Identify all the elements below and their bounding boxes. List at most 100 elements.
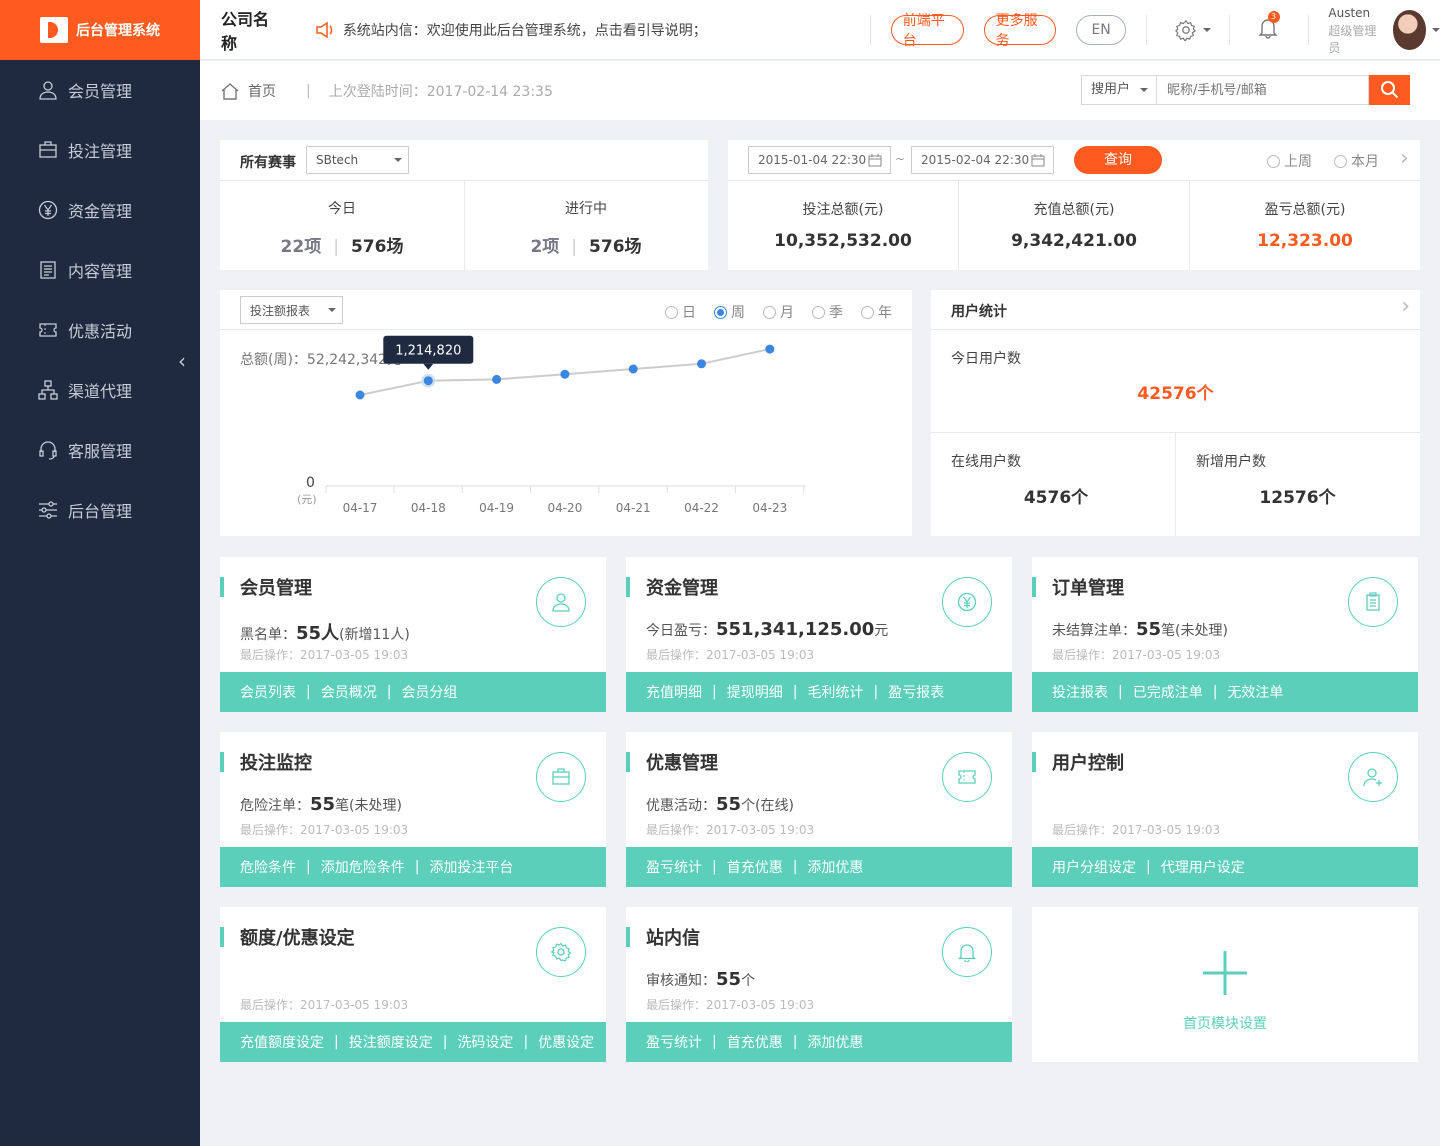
org-chart-icon [38,380,58,400]
ongoing-stat: 进行中 2项 | 576场 [464,198,708,257]
event-source-select[interactable]: SBtech [306,146,409,174]
search-type-select[interactable]: 搜用户 [1081,75,1157,105]
module-link[interactable]: 盈亏统计 [646,1032,702,1052]
module-link[interactable]: 投注报表 [1052,682,1108,702]
recharge-total-stat: 充值总额(元) 9,342,421.00 [959,199,1189,251]
search-input[interactable] [1157,75,1369,105]
ongoing-matches: 576场 [589,237,642,257]
more-services-button[interactable]: 更多服务 [983,13,1057,49]
module-icon-circle[interactable] [536,752,586,802]
module-link[interactable]: 会员概况 [321,682,377,702]
last-week-radio[interactable]: 上周 [1267,151,1312,171]
sidebar-item-2[interactable]: 资金管理 [0,180,200,240]
module-link[interactable]: 充值明细 [646,682,702,702]
module-link[interactable]: 提现明细 [727,682,783,702]
collapse-sidebar-icon[interactable]: ‹ [178,349,186,373]
sidebar-item-3[interactable]: 内容管理 [0,240,200,300]
user-menu[interactable]: Austen 超级管理员 [1328,4,1440,56]
module-icon-circle[interactable] [942,927,992,977]
module-icon-circle[interactable] [1348,752,1398,802]
module-title: 用户控制 [1052,753,1124,774]
module-link[interactable]: 无效注单 [1227,682,1283,702]
breadcrumb-bar: 首页 | 上次登陆时间：2017-02-14 23:35 搜用户 [200,61,1440,120]
summary-suffix: 元 [874,623,889,639]
module-icon-circle[interactable] [1348,577,1398,627]
sidebar-item-label: 客服管理 [68,442,133,461]
x-tick-label: 04-18 [411,501,446,515]
module-link[interactable]: 投注额度设定 [349,1032,433,1052]
notifications-button[interactable]: 3 [1257,10,1280,43]
date-to-value: 2015-02-04 22:30 [921,153,1030,167]
data-point[interactable] [765,344,775,354]
module-link[interactable]: 充值额度设定 [240,1032,324,1052]
module-link[interactable]: 首充优惠 [727,857,783,877]
chevron-right-icon[interactable]: › [1400,146,1409,171]
add-module-card[interactable]: 首页模块设置 [1032,907,1418,1062]
chevron-right-icon[interactable]: › [1401,294,1410,319]
module-link[interactable]: 毛利统计 [807,682,863,702]
module-icon-circle[interactable] [536,577,586,627]
module-link[interactable]: 会员分组 [401,682,457,702]
data-point[interactable] [492,374,502,384]
sidebar-item-6[interactable]: 客服管理 [0,420,200,480]
module-links: 充值额度设定 | 投注额度设定 | 洗码设定 | 优惠设定 [220,1022,606,1062]
sidebar-item-7[interactable]: 后台管理 [0,480,200,540]
data-point[interactable] [423,376,433,386]
module-card: 资金管理 今日盈亏：551,341,125.00元 最后操作：2017-03-0… [626,557,1012,712]
module-links: 充值明细 | 提现明细 | 毛利统计 | 盈亏报表 [626,672,1012,712]
breadcrumb[interactable]: 首页 [220,81,276,101]
module-link[interactable]: 盈亏统计 [646,857,702,877]
sidebar-item-0[interactable]: 会员管理 [0,60,200,120]
module-link[interactable]: 添加优惠 [807,857,863,877]
data-point[interactable] [628,364,638,374]
app-logo[interactable]: 后台管理系统 [0,0,200,60]
data-point[interactable] [697,359,706,369]
radio-icon [1334,154,1347,168]
data-point[interactable] [355,390,365,400]
search-type-value: 搜用户 [1091,82,1131,97]
this-month-radio[interactable]: 本月 [1334,151,1379,171]
events-card: 所有赛事 SBtech 今日 22项 | 576场 进行中 2项 | 576场 [220,140,708,270]
language-button[interactable]: EN [1076,14,1126,45]
module-icon-circle[interactable] [942,752,992,802]
logo-icon [40,17,68,43]
module-link[interactable]: 危险条件 [240,857,296,877]
frontend-platform-button[interactable]: 前端平台 [890,13,964,49]
query-button[interactable]: 查询 [1074,146,1162,174]
module-icon-circle[interactable] [536,927,586,977]
link-separator: | [712,1034,717,1050]
module-link[interactable]: 盈亏报表 [888,682,944,702]
module-link[interactable]: 添加危险条件 [321,857,405,877]
last-operation: 最后操作：2017-03-05 19:03 [1052,823,1221,837]
last-operation: 最后操作：2017-03-05 19:03 [646,648,815,662]
link-separator: | [414,859,420,875]
breadcrumb-home[interactable]: 首页 [248,81,276,101]
search-button[interactable] [1369,75,1410,105]
sidebar-item-label: 内容管理 [68,262,133,281]
system-notice[interactable]: 系统站内信：欢迎使用此后台管理系统，点击看引导说明； [315,20,716,40]
module-links: 危险条件 | 添加危险条件 | 添加投注平台 [220,847,606,887]
module-link[interactable]: 用户分组设定 [1052,857,1136,877]
data-point[interactable] [560,369,570,379]
module-link[interactable]: 首充优惠 [727,1032,783,1052]
module-link[interactable]: 优惠设定 [538,1032,594,1052]
module-title: 优惠管理 [646,753,718,774]
summary-label: 未结算注单： [1052,623,1136,639]
module-link[interactable]: 添加投注平台 [429,857,513,877]
recharge-total-value: 9,342,421.00 [1011,231,1137,251]
last-operation: 最后操作：2017-03-05 19:03 [646,998,815,1012]
module-link[interactable]: 会员列表 [240,682,296,702]
date-from-input[interactable]: 2015-01-04 22:30 [748,146,891,174]
module-link[interactable]: 代理用户设定 [1161,857,1245,877]
module-icon-circle[interactable] [942,577,992,627]
module-link[interactable]: 洗码设定 [457,1032,513,1052]
date-to-input[interactable]: 2015-02-04 22:30 [911,146,1054,174]
title-accent [220,927,224,947]
sidebar-item-1[interactable]: 投注管理 [0,120,200,180]
module-link[interactable]: 已完成注单 [1133,682,1203,702]
sidebar-item-label: 投注管理 [68,142,133,161]
module-link[interactable]: 添加优惠 [807,1032,863,1052]
settings-menu[interactable] [1174,19,1211,41]
sidebar-item-5[interactable]: 渠道代理 [0,360,200,420]
sidebar-item-4[interactable]: 优惠活动 [0,300,200,360]
